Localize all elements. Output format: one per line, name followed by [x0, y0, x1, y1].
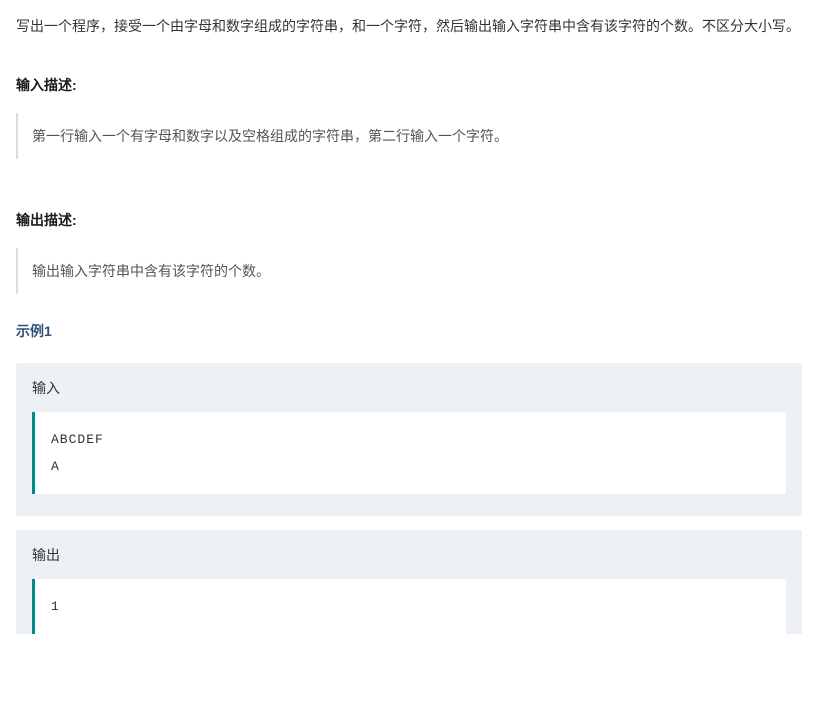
example-input-label: 输入	[16, 363, 802, 412]
input-description-text: 第一行输入一个有字母和数字以及空格组成的字符串，第二行输入一个字符。	[32, 128, 508, 144]
example-output-block: 输出 1	[16, 530, 802, 634]
output-description-heading: 输出描述:	[16, 207, 802, 234]
output-description-text: 输出输入字符串中含有该字符的个数。	[32, 263, 270, 279]
input-description-box: 第一行输入一个有字母和数字以及空格组成的字符串，第二行输入一个字符。	[16, 113, 802, 160]
problem-description: 写出一个程序，接受一个由字母和数字组成的字符串，和一个字符，然后输出输入字符串中…	[16, 12, 802, 40]
output-description-box: 输出输入字符串中含有该字符的个数。	[16, 248, 802, 295]
example-input-block: 输入 ABCDEF A	[16, 363, 802, 516]
example-output-code: 1	[32, 579, 786, 634]
example-heading: 示例1	[16, 318, 802, 345]
example-input-code: ABCDEF A	[32, 412, 786, 495]
input-description-heading: 输入描述:	[16, 72, 802, 99]
example-output-label: 输出	[16, 530, 802, 579]
